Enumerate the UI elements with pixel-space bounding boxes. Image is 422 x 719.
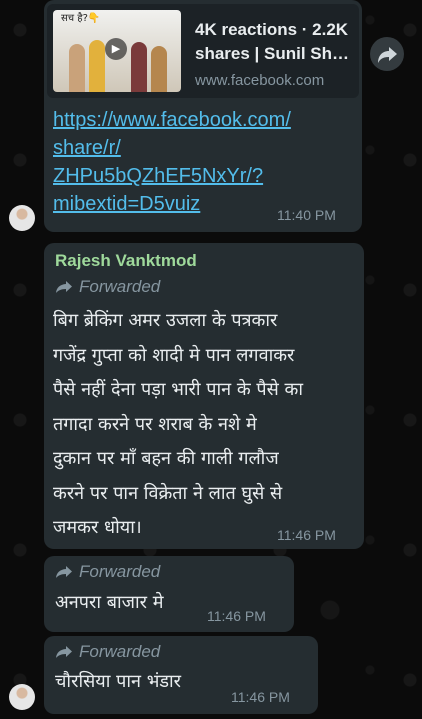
- forwarded-label: Forwarded: [55, 562, 160, 582]
- sender-avatar[interactable]: [9, 684, 35, 710]
- thumbnail-person: [151, 46, 167, 92]
- forwarded-arrow-icon: [56, 646, 72, 658]
- message-link[interactable]: https://www.facebook.com/ share/r/ ZHPu5…: [53, 106, 343, 218]
- link-preview-domain: www.facebook.com: [195, 72, 325, 89]
- thumbnail-person: [89, 40, 105, 92]
- message-time: 11:46 PM: [207, 608, 266, 624]
- message-text: चौरसिया पान भंडार: [55, 671, 182, 692]
- link-preview-card[interactable]: सच है?👇 ▶ 4K reactions · 2.2K shares | S…: [47, 4, 359, 98]
- message-text: अनपरा बाजार मे: [55, 592, 164, 613]
- message-text: बिग ब्रेकिंग अमर उजला के पत्रकार गजेंद्र…: [53, 310, 304, 538]
- message-time: 11:46 PM: [231, 689, 290, 705]
- thumbnail-caption: सच है?👇: [61, 13, 101, 24]
- sender-avatar[interactable]: [9, 205, 35, 231]
- thumbnail-person: [131, 42, 147, 92]
- link-preview-title: 4K reactions · 2.2K shares | Sunil Shar.…: [195, 20, 355, 63]
- message-time: 11:46 PM: [277, 527, 336, 543]
- forward-message-button[interactable]: [370, 37, 404, 71]
- forwarded-label: Forwarded: [55, 277, 160, 297]
- link-preview-thumbnail: सच है?👇 ▶: [53, 10, 181, 92]
- thumbnail-person: [69, 44, 85, 92]
- forward-arrow-icon: [378, 47, 397, 63]
- forwarded-label: Forwarded: [55, 642, 160, 662]
- forwarded-arrow-icon: [56, 566, 72, 578]
- message-time: 11:40 PM: [277, 207, 336, 223]
- sender-name[interactable]: Rajesh Vanktmod: [55, 251, 197, 271]
- play-icon: ▶: [105, 38, 127, 60]
- forwarded-arrow-icon: [56, 281, 72, 293]
